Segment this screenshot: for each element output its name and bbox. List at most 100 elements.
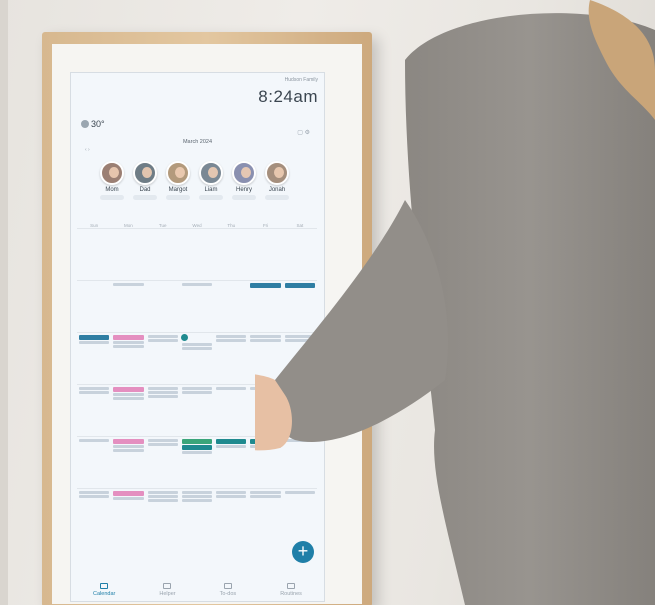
event-chip[interactable] — [216, 491, 247, 494]
calendar-day[interactable] — [214, 229, 248, 280]
event-chip[interactable] — [216, 439, 247, 444]
event-chip[interactable] — [216, 335, 247, 338]
calendar-day[interactable] — [214, 437, 248, 488]
event-chip[interactable] — [113, 445, 144, 448]
calendar-day[interactable] — [180, 437, 214, 488]
calendar-day[interactable] — [180, 489, 214, 540]
calendar-day[interactable] — [77, 385, 111, 436]
event-chip[interactable] — [113, 283, 144, 286]
calendar-day[interactable] — [146, 385, 180, 436]
event-chip[interactable] — [113, 345, 144, 348]
event-chip[interactable] — [147, 439, 178, 442]
tab-icon — [163, 583, 172, 589]
event-chip[interactable] — [181, 283, 213, 286]
member-name: Henry — [235, 187, 252, 193]
event-chip[interactable] — [216, 339, 247, 342]
calendar-day[interactable] — [111, 385, 145, 436]
member-name: Liam — [204, 187, 218, 193]
calendar-day[interactable] — [146, 437, 180, 488]
tab-todos[interactable]: To-dos — [220, 583, 236, 597]
tab-label: Helper — [159, 591, 176, 597]
tab-helper[interactable]: Helper — [159, 583, 176, 597]
calendar-day[interactable] — [146, 281, 180, 332]
family-member[interactable]: Henry — [231, 161, 257, 200]
event-chip[interactable] — [79, 439, 110, 442]
event-chip[interactable] — [216, 445, 247, 448]
calendar-day[interactable] — [214, 281, 248, 332]
event-chip[interactable] — [113, 393, 144, 396]
calendar-day[interactable] — [146, 333, 180, 384]
calendar-day[interactable] — [214, 333, 248, 384]
event-chip[interactable] — [113, 449, 144, 452]
calendar-day[interactable] — [146, 489, 180, 540]
family-member[interactable]: Dad — [132, 161, 158, 200]
event-chip[interactable] — [79, 387, 110, 390]
event-chip[interactable] — [113, 491, 144, 496]
avatar — [232, 161, 256, 185]
avatar — [100, 161, 124, 185]
event-chip[interactable] — [113, 341, 144, 344]
event-chip[interactable] — [181, 495, 213, 498]
event-chip[interactable] — [79, 391, 110, 394]
event-chip[interactable] — [147, 443, 178, 446]
event-chip[interactable] — [181, 499, 213, 502]
calendar-day[interactable] — [111, 437, 145, 488]
event-chip[interactable] — [181, 445, 213, 450]
event-chip[interactable] — [113, 397, 144, 400]
event-chip[interactable] — [79, 491, 110, 494]
event-chip[interactable] — [79, 341, 110, 344]
event-chip[interactable] — [216, 495, 247, 498]
weather: 30° — [81, 119, 105, 129]
event-chip[interactable] — [147, 335, 178, 338]
calendar-day[interactable] — [111, 489, 145, 540]
event-chip[interactable] — [181, 491, 213, 494]
calendar-day[interactable] — [180, 229, 214, 280]
event-chip[interactable] — [181, 343, 213, 346]
event-chip[interactable] — [79, 335, 110, 340]
calendar-day[interactable] — [77, 229, 111, 280]
event-chip[interactable] — [181, 439, 213, 444]
event-chip[interactable] — [216, 387, 247, 390]
event-chip[interactable] — [147, 387, 178, 390]
calendar-day[interactable] — [180, 385, 214, 436]
event-chip[interactable] — [181, 391, 213, 394]
member-name: Dad — [139, 187, 151, 193]
month-nav-icon[interactable]: ‹ › — [85, 147, 90, 153]
family-member[interactable]: Margot — [165, 161, 191, 200]
calendar-day[interactable] — [77, 281, 111, 332]
event-chip[interactable] — [113, 335, 144, 340]
calendar-day[interactable] — [180, 281, 214, 332]
event-chip[interactable] — [147, 495, 178, 498]
weekday-label: Tue — [158, 223, 167, 228]
calendar-day[interactable] — [214, 385, 248, 436]
door-edge — [0, 0, 8, 605]
event-chip[interactable] — [181, 347, 213, 350]
tab-calendar[interactable]: Calendar — [93, 583, 115, 597]
avatar — [199, 161, 223, 185]
calendar-day[interactable] — [111, 229, 145, 280]
event-chip[interactable] — [147, 391, 178, 394]
event-chip[interactable] — [181, 451, 213, 454]
calendar-day[interactable] — [214, 489, 248, 540]
event-chip[interactable] — [113, 497, 144, 500]
event-chip[interactable] — [113, 439, 144, 444]
event-chip[interactable] — [181, 387, 213, 390]
tab-icon — [223, 583, 232, 589]
event-chip[interactable] — [147, 339, 178, 342]
tab-label: Calendar — [93, 591, 116, 597]
calendar-day[interactable] — [77, 333, 111, 384]
calendar-day[interactable] — [111, 333, 145, 384]
calendar-day[interactable] — [77, 437, 111, 488]
calendar-day[interactable] — [146, 229, 180, 280]
family-member[interactable]: Liam — [198, 161, 224, 200]
tab-icon — [100, 583, 109, 589]
calendar-day[interactable] — [77, 489, 111, 540]
event-chip[interactable] — [147, 499, 178, 502]
family-member[interactable]: Mom — [99, 161, 125, 200]
calendar-day[interactable] — [111, 281, 145, 332]
calendar-day[interactable] — [180, 333, 214, 384]
event-chip[interactable] — [113, 387, 144, 392]
event-chip[interactable] — [147, 491, 178, 494]
event-chip[interactable] — [79, 495, 110, 498]
event-chip[interactable] — [147, 395, 178, 398]
